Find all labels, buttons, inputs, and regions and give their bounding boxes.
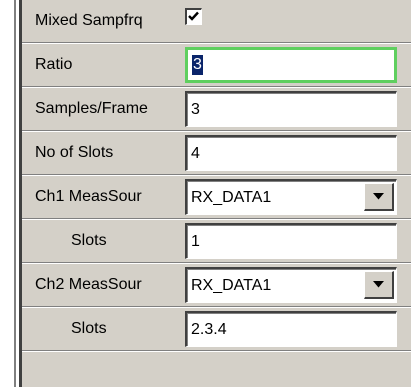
chevron-down-icon — [373, 193, 384, 200]
ch1-slots-input[interactable]: 1 — [185, 223, 397, 259]
samples-frame-value: 3 — [191, 100, 200, 118]
ch2-meassour-dropdown-button[interactable] — [364, 271, 394, 299]
ratio-input[interactable]: 3 — [185, 47, 397, 83]
row-mixed-sampfrq: Mixed Sampfrq — [22, 0, 411, 42]
ch2-slots-value: 2.3.4 — [191, 320, 227, 338]
ch1-slots-label: Slots — [71, 232, 107, 249]
ch1-meassour-label: Ch1 MeasSour — [35, 188, 142, 205]
ratio-value: 3 — [192, 55, 203, 75]
mixed-sampfrq-label: Mixed Sampfrq — [35, 12, 143, 29]
chevron-down-icon — [373, 281, 384, 288]
separator — [22, 350, 411, 352]
ratio-label: Ratio — [35, 56, 73, 73]
ch2-slots-label: Slots — [71, 320, 107, 337]
checkmark-icon — [188, 11, 199, 21]
no-of-slots-input[interactable]: 4 — [185, 135, 397, 171]
ch1-slots-value: 1 — [191, 232, 200, 250]
ch1-meassour-select[interactable]: RX_DATA1 — [185, 179, 397, 215]
ch1-meassour-dropdown-button[interactable] — [364, 183, 394, 211]
samples-frame-label: Samples/Frame — [35, 100, 148, 117]
ch2-slots-input[interactable]: 2.3.4 — [185, 311, 397, 347]
no-of-slots-value: 4 — [191, 144, 200, 162]
window-left-border — [0, 0, 22, 387]
ch2-meassour-select[interactable]: RX_DATA1 — [185, 267, 397, 303]
ch2-meassour-label: Ch2 MeasSour — [35, 276, 142, 293]
settings-panel: Mixed Sampfrq Ratio 3 Samples/Frame 3 No… — [22, 0, 411, 387]
samples-frame-input[interactable]: 3 — [185, 91, 397, 127]
mixed-sampfrq-checkbox[interactable] — [185, 8, 202, 25]
no-of-slots-label: No of Slots — [35, 144, 114, 161]
